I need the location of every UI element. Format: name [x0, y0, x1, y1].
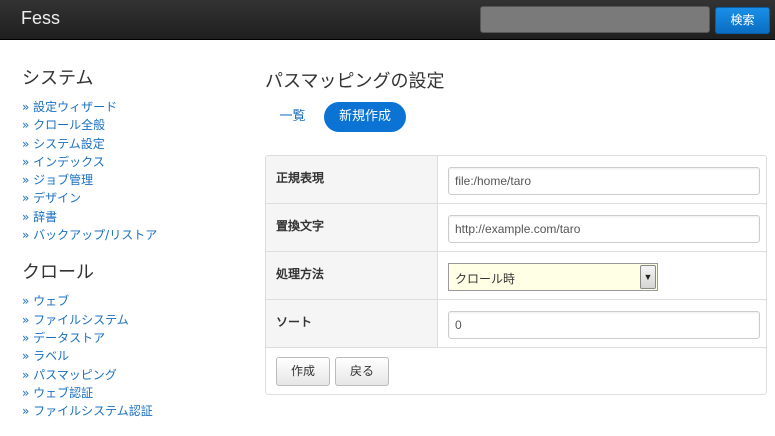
sidebar-heading-crawl: クロール: [22, 262, 94, 284]
sidebar-item-system-settings[interactable]: システム設定: [22, 135, 242, 153]
form-row-replacement: 置換文字: [266, 204, 766, 252]
process-type-select[interactable]: クロール時 ▼: [448, 263, 658, 291]
regex-label: 正規表現: [266, 156, 438, 203]
regex-cell: [438, 156, 766, 203]
top-navbar: Fess 検索: [0, 0, 775, 40]
sidebar-item-web[interactable]: ウェブ: [22, 292, 242, 310]
sidebar-item-filesystem[interactable]: ファイルシステム: [22, 311, 242, 329]
form-actions: 作成 戻る: [266, 348, 766, 394]
sidebar-item-crawl-general[interactable]: クロール全般: [22, 116, 242, 134]
sort-cell: [438, 300, 766, 347]
page-title: パスマッピングの設定: [265, 71, 445, 92]
search-button[interactable]: 検索: [715, 7, 770, 34]
regex-input[interactable]: [448, 167, 760, 195]
path-mapping-form: 正規表現 置換文字 処理方法 クロール時 ▼ ソート 作成 戻る: [265, 155, 767, 395]
process-type-cell: クロール時 ▼: [438, 252, 766, 299]
sidebar-list-system: 設定ウィザード クロール全般 システム設定 インデックス ジョブ管理 デザイン …: [22, 98, 242, 244]
sidebar: システム 設定ウィザード クロール全般 システム設定 インデックス ジョブ管理 …: [22, 66, 242, 436]
sidebar-item-dictionary[interactable]: 辞書: [22, 208, 242, 226]
sidebar-item-job-management[interactable]: ジョブ管理: [22, 171, 242, 189]
sidebar-item-design[interactable]: デザイン: [22, 189, 242, 207]
sidebar-item-filesystem-auth[interactable]: ファイルシステム認証: [22, 402, 242, 420]
replacement-input[interactable]: [448, 215, 760, 243]
sidebar-item-wizard[interactable]: 設定ウィザード: [22, 98, 242, 116]
process-type-value: クロール時: [455, 272, 516, 286]
sidebar-heading-system: システム: [22, 68, 94, 89]
replacement-cell: [438, 204, 766, 251]
sidebar-item-path-mapping[interactable]: パスマッピング: [22, 366, 242, 384]
process-type-label: 処理方法: [266, 252, 438, 299]
form-row-regex: 正規表現: [266, 156, 766, 204]
brand-logo[interactable]: Fess: [21, 8, 60, 29]
sidebar-item-label[interactable]: ラベル: [22, 347, 242, 365]
chevron-down-icon[interactable]: ▼: [640, 265, 656, 289]
sidebar-item-datastore[interactable]: データストア: [22, 329, 242, 347]
sidebar-list-crawl: ウェブ ファイルシステム データストア ラベル パスマッピング ウェブ認証 ファ…: [22, 292, 242, 420]
sidebar-item-web-auth[interactable]: ウェブ認証: [22, 384, 242, 402]
tab-create[interactable]: 新規作成: [324, 102, 406, 132]
form-row-process-type: 処理方法 クロール時 ▼: [266, 252, 766, 300]
sidebar-item-index[interactable]: インデックス: [22, 153, 242, 171]
back-button[interactable]: 戻る: [335, 357, 390, 386]
create-button[interactable]: 作成: [276, 357, 331, 386]
tab-list[interactable]: 一覧: [265, 102, 320, 132]
form-row-sort: ソート: [266, 300, 766, 348]
replacement-label: 置換文字: [266, 204, 438, 251]
sidebar-item-backup-restore[interactable]: バックアップ/リストア: [22, 226, 242, 244]
sort-label: ソート: [266, 300, 438, 347]
search-input[interactable]: [480, 6, 710, 33]
sort-input[interactable]: [448, 311, 760, 339]
